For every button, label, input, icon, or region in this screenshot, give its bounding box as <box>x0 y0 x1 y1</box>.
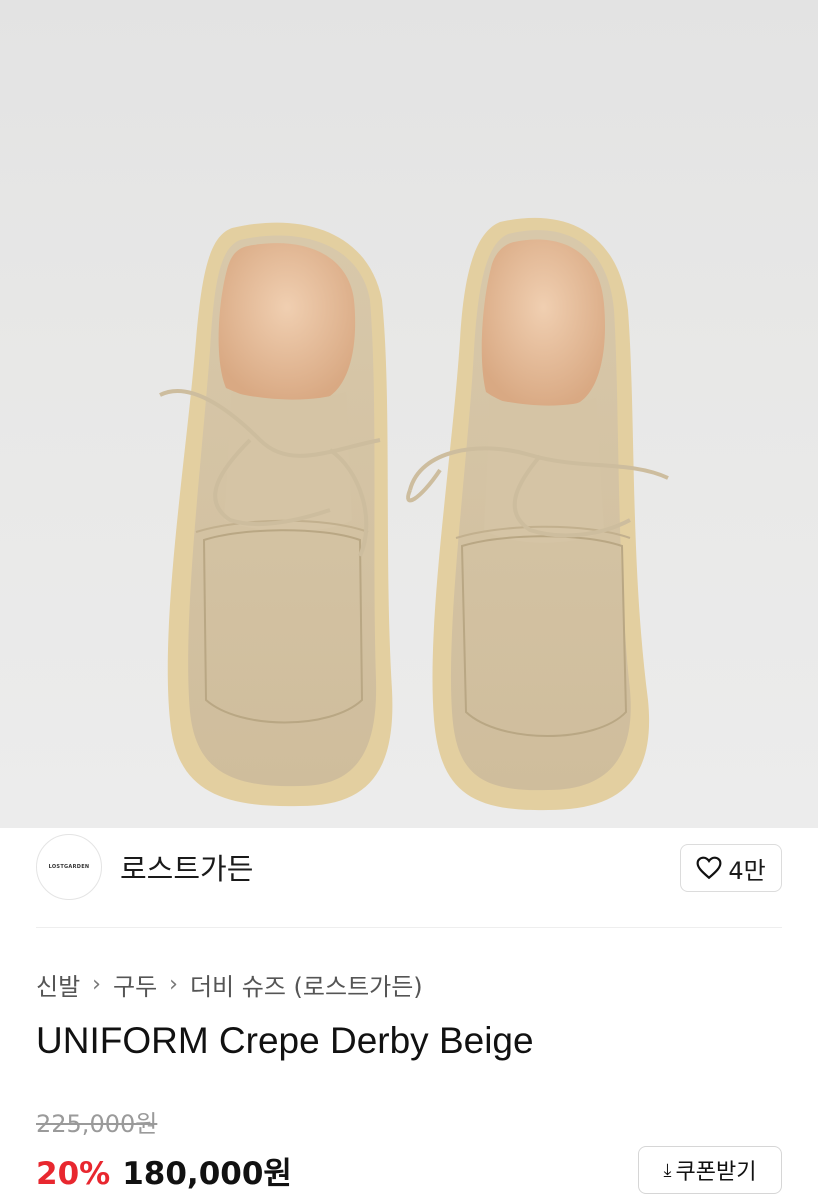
price-row: 20% 180,000원 <box>36 1148 292 1193</box>
right-shoe <box>406 217 669 811</box>
breadcrumb-item-derby[interactable]: 더비 슈즈 (로스트가든) <box>190 967 423 1002</box>
heart-icon <box>696 856 722 880</box>
shoes-photo <box>159 217 669 811</box>
breadcrumb: 신발 › 구두 › 더비 슈즈 (로스트가든) <box>36 964 423 1004</box>
sale-price: 180,000원 <box>122 1156 292 1192</box>
brand-name[interactable]: 로스트가든 <box>120 846 253 888</box>
breadcrumb-item-shoes[interactable]: 신발 <box>36 967 80 1002</box>
breadcrumb-item-dress-shoes[interactable]: 구두 <box>113 967 157 1002</box>
brand-row: LOSTGARDEN 로스트가든 4만 <box>0 828 818 928</box>
chevron-right-icon: › <box>169 971 178 997</box>
discount-rate: 20% <box>36 1156 111 1192</box>
left-shoe <box>159 222 393 807</box>
coupon-button[interactable]: ⤓ 쿠폰받기 <box>638 1146 782 1194</box>
download-icon: ⤓ <box>663 1159 672 1181</box>
brand-logo-text: LOSTGARDEN <box>48 864 90 870</box>
product-image[interactable] <box>0 0 818 828</box>
like-button[interactable]: 4만 <box>680 844 782 892</box>
original-price: 225,000원 <box>36 1110 158 1138</box>
brand-logo[interactable]: LOSTGARDEN <box>36 834 102 900</box>
coupon-label: 쿠폰받기 <box>675 1160 757 1185</box>
like-count: 4만 <box>728 856 766 885</box>
product-title: UNIFORM Crepe Derby Beige <box>36 1020 534 1061</box>
divider <box>36 927 782 928</box>
chevron-right-icon: › <box>92 971 101 997</box>
